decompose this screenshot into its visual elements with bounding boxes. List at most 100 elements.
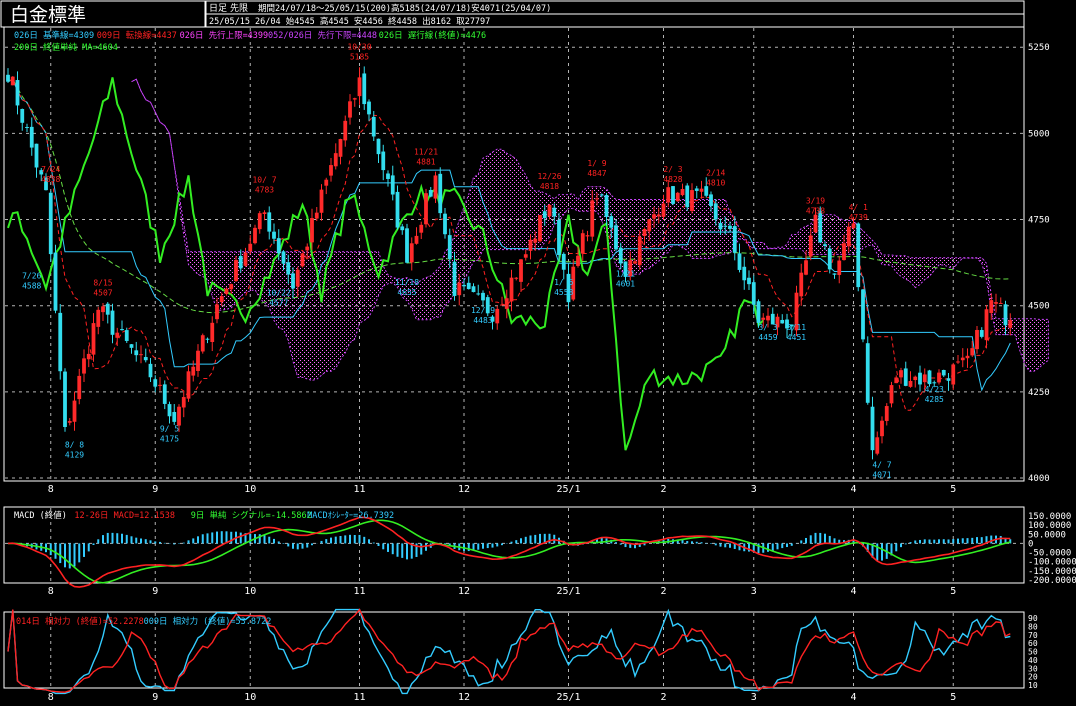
candle <box>604 195 609 217</box>
candle <box>272 231 276 239</box>
candle <box>352 98 357 100</box>
candle <box>846 226 851 247</box>
candle <box>295 269 300 287</box>
candle <box>979 330 984 337</box>
candle <box>970 348 975 356</box>
x-tick-label-macd: 3 <box>751 586 757 597</box>
candle <box>642 229 647 237</box>
annotation-date: 4/23 <box>925 385 944 394</box>
period-label: 日足 <box>209 3 227 14</box>
annotation-date: 3/19 <box>806 196 825 205</box>
candle <box>34 143 39 168</box>
candle <box>989 300 994 313</box>
candle <box>832 273 837 275</box>
candle <box>842 243 846 261</box>
candle <box>851 223 856 229</box>
annotation-date: 10/22 <box>267 289 291 298</box>
x-tick-label-price: 5 <box>950 484 956 495</box>
candle <box>732 226 737 253</box>
candle <box>737 253 742 270</box>
annotation-value: 4483 <box>473 316 492 325</box>
macd-legend-item: 12-26日 MACD=12.1538 <box>74 511 175 521</box>
candle <box>362 73 367 105</box>
candle <box>181 397 186 408</box>
x-tick-label-price: 11 <box>353 484 365 495</box>
candle <box>191 366 196 376</box>
candle <box>690 190 694 211</box>
candle <box>799 272 804 297</box>
candle <box>1008 320 1013 328</box>
macd-legend-item: 9日 単純 シグナル=-14.5862 <box>191 510 312 521</box>
candle <box>257 213 262 230</box>
candle <box>837 260 842 275</box>
summary-text: 期間24/07/18～25/05/15(200)高5185(24/07/18)安… <box>258 3 551 14</box>
candle <box>946 378 951 381</box>
candle <box>409 243 414 263</box>
annotation-value: 4071 <box>872 471 891 480</box>
candle <box>827 248 832 270</box>
annotation-value: 4451 <box>787 333 806 342</box>
candle <box>870 406 875 451</box>
candle <box>751 282 756 305</box>
candle <box>29 126 34 148</box>
annotation-value: 5185 <box>350 53 369 62</box>
candle <box>310 218 314 243</box>
x-tick-label-price: 8 <box>48 484 54 495</box>
candle <box>405 228 409 263</box>
candle <box>951 364 956 385</box>
candle <box>875 437 880 454</box>
chart-canvas: 白金標準 日足 先限 期間24/07/18～25/05/15(200)高5185… <box>0 0 1076 703</box>
candle <box>975 329 979 350</box>
candle <box>172 412 177 422</box>
annotation-date: 1/ 6 <box>554 278 573 287</box>
candle <box>941 370 946 376</box>
candle <box>742 266 747 281</box>
candle <box>633 261 637 264</box>
candle <box>386 173 390 179</box>
candle <box>908 380 913 387</box>
candle <box>53 252 58 311</box>
macd-line <box>7 516 1011 588</box>
x-tick-label-price: 12 <box>458 484 470 495</box>
candle <box>504 298 509 309</box>
candle <box>25 127 29 129</box>
annotation-date: 1/ 9 <box>587 159 606 168</box>
candle <box>595 198 599 200</box>
candle <box>509 277 514 302</box>
candle <box>557 219 561 255</box>
candle <box>884 406 889 421</box>
candle <box>324 179 329 186</box>
candle <box>248 243 253 252</box>
candle <box>552 207 557 217</box>
candle <box>395 191 400 228</box>
annotation-date: 4/ 1 <box>849 203 868 212</box>
candle <box>694 188 699 191</box>
candle <box>728 225 732 229</box>
candle <box>305 246 310 251</box>
candle <box>333 153 338 167</box>
candle <box>937 372 941 383</box>
candle <box>528 239 533 251</box>
candle <box>723 225 728 227</box>
candle <box>348 101 352 118</box>
candle <box>134 350 139 356</box>
x-tick-label-price: 4 <box>850 484 856 495</box>
candle <box>215 304 219 320</box>
candle <box>756 301 761 323</box>
candle <box>200 335 205 352</box>
candle <box>300 253 305 267</box>
candle <box>124 330 129 341</box>
candle <box>894 377 899 384</box>
candle <box>129 344 134 348</box>
candle <box>105 303 110 315</box>
candle <box>998 302 1003 304</box>
candle <box>443 213 447 235</box>
price-tick-label: 4500 <box>1028 302 1050 312</box>
candle <box>927 370 932 385</box>
macd-legend-item: MACDｵｼﾚｰﾀｰ=26.7392 <box>307 511 394 521</box>
candle <box>590 200 595 237</box>
candle <box>899 370 903 378</box>
candle <box>433 175 438 199</box>
annotation-value: 4459 <box>758 333 777 342</box>
annotation-value: 4601 <box>616 280 635 289</box>
